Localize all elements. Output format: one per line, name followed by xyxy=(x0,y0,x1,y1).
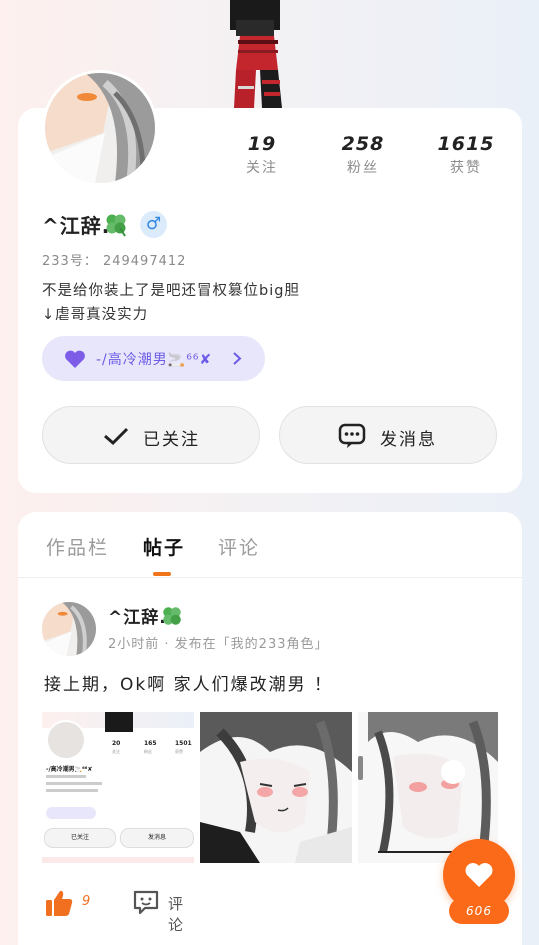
tab-comments[interactable]: 评论 xyxy=(218,533,260,560)
post-image-1[interactable]: 20 165 1501 关注 粉丝 获赞 -/高冷潮男🚬⁶⁶✘ 已关注 发消息 xyxy=(42,712,194,863)
likes-stat[interactable]: 1615 获赞 xyxy=(426,133,506,177)
bio-line-2: ↓虐哥真没实力 xyxy=(42,307,149,323)
thumb-text-line xyxy=(46,775,86,778)
post-author-avatar[interactable] xyxy=(42,602,96,656)
comment-action[interactable]: 评论 xyxy=(132,888,183,934)
thumb-role-pill xyxy=(46,807,96,819)
thumbs-up-icon xyxy=(46,890,73,916)
thumb-stat-label-3: 获赞 xyxy=(175,749,183,754)
chat-bubble-icon xyxy=(338,423,366,448)
comment-label: 评论 xyxy=(168,895,186,934)
thumb-stat-2: 165 xyxy=(144,740,157,747)
floating-like-count: 606 xyxy=(449,898,509,924)
thumb-text-line xyxy=(46,782,102,785)
following-stat[interactable]: 19 关注 xyxy=(222,133,302,177)
purple-heart-icon xyxy=(65,350,85,368)
heart-icon xyxy=(465,863,493,887)
following-label: 关注 xyxy=(246,160,278,176)
message-button[interactable]: 发消息 xyxy=(279,406,497,464)
chevron-right-icon xyxy=(233,352,242,365)
clover-icon xyxy=(163,607,181,625)
clover-icon xyxy=(106,214,126,237)
message-button-label: 发消息 xyxy=(380,430,437,450)
thumb-follow-button: 已关注 xyxy=(44,828,116,848)
followers-stat[interactable]: 258 粉丝 xyxy=(323,133,403,177)
like-action[interactable]: 9 xyxy=(44,888,90,922)
post-author-name[interactable]: ^江辞. xyxy=(108,603,167,628)
post-text: 接上期，Ok啊 家人们爆改潮男 ！ xyxy=(44,675,334,695)
thumb-footer xyxy=(42,857,194,863)
tab-divider xyxy=(18,577,522,578)
thumb-text-line xyxy=(46,789,98,792)
followers-count: 258 xyxy=(341,133,385,155)
thumb-message-button: 发消息 xyxy=(120,828,194,848)
post-image-2[interactable] xyxy=(200,712,352,863)
following-button-label: 已关注 xyxy=(143,430,200,450)
followers-label: 粉丝 xyxy=(347,160,379,176)
likes-count: 1615 xyxy=(437,133,495,155)
bio-line-1: 不是给你装上了是吧还冒权篡位big胆 xyxy=(42,283,300,299)
checkmark-icon xyxy=(104,427,129,446)
following-count: 19 xyxy=(247,133,277,155)
user-id-label: 233号： xyxy=(42,254,98,269)
tab-works[interactable]: 作品栏 xyxy=(46,533,109,560)
role-character-pill[interactable]: -/高冷潮男🚬⁶⁶✘ xyxy=(42,336,265,381)
thumb-stat-3: 1501 xyxy=(175,740,192,747)
role-pill-label: -/高冷潮男🚬⁶⁶✘ xyxy=(96,352,213,368)
male-gender-icon: ♂ xyxy=(140,211,167,238)
post-meta: 2小时前 · 发布在「我的233角色」 xyxy=(108,637,329,652)
thumb-avatar xyxy=(46,720,86,760)
user-id: 233号： 249497412 xyxy=(42,250,186,269)
tab-posts[interactable]: 帖子 xyxy=(143,533,185,560)
like-count: 9 xyxy=(82,894,91,909)
profile-avatar[interactable] xyxy=(42,70,158,186)
likes-label: 获赞 xyxy=(450,160,482,176)
comment-icon xyxy=(133,890,159,915)
active-tab-indicator xyxy=(153,572,171,576)
thumb-stat-label-2: 粉丝 xyxy=(144,749,152,754)
thumb-stat-label-1: 关注 xyxy=(112,749,120,754)
profile-username: ^江辞. xyxy=(42,214,111,238)
thumb-stat-1: 20 xyxy=(112,740,121,747)
thumb-username: -/高冷潮男🚬⁶⁶✘ xyxy=(46,766,93,773)
following-button[interactable]: 已关注 xyxy=(42,406,260,464)
thumb-figure xyxy=(105,712,133,732)
user-id-value: 249497412 xyxy=(102,254,187,269)
banner-character-image xyxy=(230,0,282,108)
